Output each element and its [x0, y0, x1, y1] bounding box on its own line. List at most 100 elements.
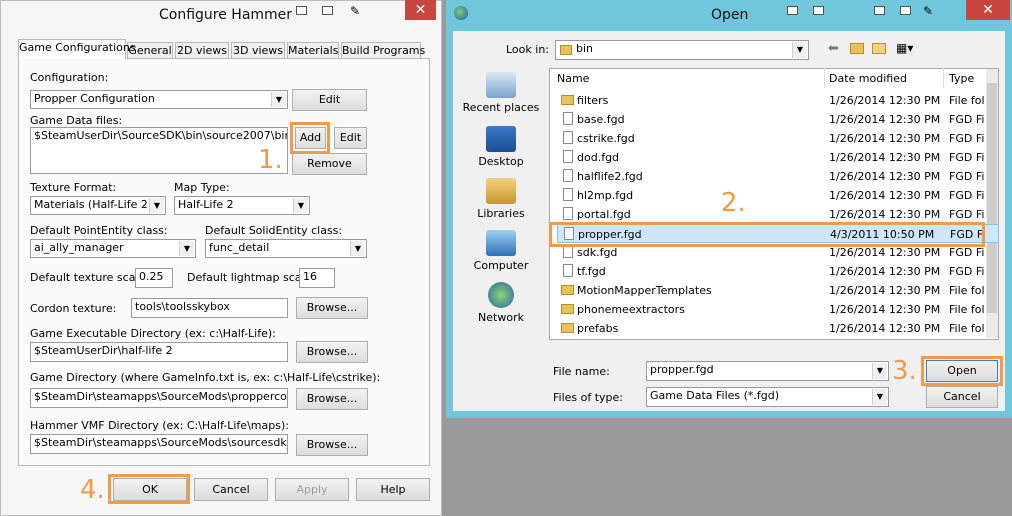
caption-icon-c	[787, 6, 798, 15]
file-row[interactable]: hl2mp.fgd 1/26/2014 12:30 PM FGD Fi	[557, 186, 999, 205]
file-name-input[interactable]: propper.fgd ▼	[646, 361, 889, 381]
file-icon	[563, 264, 573, 277]
up-folder-icon[interactable]	[850, 43, 864, 54]
place-recent[interactable]: Recent places	[460, 72, 542, 114]
file-type-cell: FGD Fi	[949, 189, 985, 202]
step-1-highlight	[290, 122, 330, 154]
help-button[interactable]: Help	[356, 478, 430, 501]
back-arrow-icon[interactable]: ⬅	[828, 41, 839, 56]
browse-game-exe-button[interactable]: Browse...	[296, 341, 368, 363]
lightmap-scale-label: Default lightmap scale:	[187, 271, 316, 284]
file-date-cell: 1/26/2014 12:30 PM	[829, 151, 941, 164]
game-data-list[interactable]: $SteamUserDir\SourceSDK\bin\source2007\b…	[30, 127, 288, 174]
tab-2d-views[interactable]: 2D views	[175, 42, 229, 59]
step-4-label: 4.	[80, 475, 105, 505]
file-row[interactable]: prefabs 1/26/2014 12:30 PM File fol	[557, 319, 999, 338]
map-type-select[interactable]: Half-Life 2 ▼	[174, 196, 310, 215]
step-4-highlight	[108, 474, 190, 504]
place-desktop[interactable]: Desktop	[460, 126, 542, 168]
browse-game-dir-button[interactable]: Browse...	[296, 388, 368, 410]
file-row[interactable]: MotionMapperTemplates 1/26/2014 12:30 PM F…	[557, 281, 999, 300]
configuration-label: Configuration:	[30, 71, 109, 84]
file-date-cell: 1/26/2014 12:30 PM	[829, 170, 941, 183]
game-data-label: Game Data files:	[30, 114, 123, 127]
remove-game-data-button[interactable]: Remove	[292, 153, 367, 175]
texture-scale-input[interactable]: 0.25	[135, 268, 173, 288]
globe-icon	[454, 6, 468, 20]
folder-icon	[561, 323, 574, 333]
file-name-cell: phonemeextractors	[577, 303, 685, 316]
chevron-down-icon: ▼	[872, 389, 887, 405]
look-in-select[interactable]: bin ▼	[555, 40, 809, 60]
chevron-down-icon: ▼	[271, 92, 286, 107]
file-row[interactable]: dod.fgd 1/26/2014 12:30 PM FGD Fi	[557, 148, 999, 167]
file-row[interactable]: phonemeextractors 1/26/2014 12:30 PM File …	[557, 300, 999, 319]
column-header-type[interactable]: Type	[949, 72, 974, 85]
texture-format-select[interactable]: Materials (Half-Life 2) ▼	[30, 196, 166, 215]
edit-configuration-button[interactable]: Edit	[292, 89, 367, 111]
file-row[interactable]: halflife2.fgd 1/26/2014 12:30 PM FGD Fi	[557, 167, 999, 186]
column-divider	[824, 68, 825, 88]
column-header-date[interactable]: Date modified	[829, 72, 907, 85]
file-name-value: propper.fgd	[650, 363, 714, 376]
tab-3d-views[interactable]: 3D views	[231, 42, 285, 59]
game-exe-label: Game Executable Directory (ex: c:\Half-L…	[30, 327, 276, 340]
solid-entity-select[interactable]: func_detail ▼	[205, 239, 367, 258]
game-exe-input[interactable]: $SteamUserDir\half-life 2	[30, 342, 288, 362]
configure-hammer-close-button[interactable]: ✕	[405, 0, 436, 20]
game-data-value: $SteamUserDir\SourceSDK\bin\source2007\b…	[34, 129, 288, 142]
open-cancel-button[interactable]: Cancel	[926, 386, 998, 408]
edit-game-data-button[interactable]: Edit	[334, 127, 367, 149]
browse-vmf-dir-button[interactable]: Browse...	[296, 434, 368, 456]
file-row[interactable]: tf.fgd 1/26/2014 12:30 PM FGD Fi	[557, 262, 999, 281]
file-date-cell: 1/26/2014 12:30 PM	[829, 132, 941, 145]
libraries-icon	[486, 178, 516, 204]
view-menu-icon[interactable]: ▦▾	[896, 41, 913, 55]
vmf-dir-label: Hammer VMF Directory (ex: C:\Half-Life\m…	[30, 419, 289, 432]
open-dialog-close-button[interactable]: ✕	[966, 0, 1010, 20]
column-header-name[interactable]: Name	[557, 72, 589, 85]
file-name-cell: sdk.fgd	[577, 246, 618, 259]
file-type-cell: FGD Fi	[949, 151, 985, 164]
place-computer-label: Computer	[473, 259, 529, 272]
file-name-cell: cstrike.fgd	[577, 132, 635, 145]
place-computer[interactable]: Computer	[460, 230, 542, 272]
file-name-cell: base.fgd	[577, 113, 625, 126]
file-row[interactable]: cstrike.fgd 1/26/2014 12:30 PM FGD Fi	[557, 129, 999, 148]
tab-materials[interactable]: Materials	[287, 42, 339, 59]
file-date-cell: 1/26/2014 12:30 PM	[829, 94, 941, 107]
game-dir-input[interactable]: $SteamDir\steamapps\SourceMods\propperco…	[30, 388, 288, 408]
configure-hammer-title: Configure Hammer	[159, 7, 293, 23]
texture-scale-label: Default texture scale:	[30, 271, 149, 284]
browse-cordon-button[interactable]: Browse...	[296, 297, 368, 319]
cancel-button[interactable]: Cancel	[194, 478, 268, 501]
new-folder-icon[interactable]	[872, 43, 886, 54]
point-entity-select[interactable]: ai_ally_manager ▼	[30, 239, 196, 258]
file-name-cell: dod.fgd	[577, 151, 620, 164]
recent-places-icon	[486, 72, 516, 98]
file-name-cell: portal.fgd	[577, 208, 631, 221]
vmf-dir-input[interactable]: $SteamDir\steamapps\SourceMods\sourcesdk…	[30, 434, 288, 454]
tab-build-programs[interactable]: Build Programs	[341, 42, 425, 59]
file-row[interactable]: base.fgd 1/26/2014 12:30 PM FGD Fi	[557, 110, 999, 129]
apply-button[interactable]: Apply	[275, 478, 349, 501]
file-type-cell: FGD Fi	[949, 265, 985, 278]
place-libraries[interactable]: Libraries	[460, 178, 542, 220]
file-type-select[interactable]: Game Data Files (*.fgd) ▼	[646, 387, 889, 407]
file-type-cell: FGD Fi	[949, 132, 985, 145]
file-row[interactable]: filters 1/26/2014 12:30 PM File fol	[557, 91, 999, 110]
point-entity-label: Default PointEntity class:	[30, 224, 168, 237]
cordon-texture-input[interactable]: tools\toolsskybox	[131, 298, 288, 318]
place-network[interactable]: Network	[460, 282, 542, 324]
tab-game-configurations[interactable]: Game Configurations	[18, 39, 136, 59]
configuration-select[interactable]: Propper Configuration ▼	[30, 90, 288, 109]
file-type-label: Files of type:	[553, 391, 624, 404]
place-network-label: Network	[478, 311, 524, 324]
look-in-value: bin	[576, 42, 594, 55]
place-libraries-label: Libraries	[477, 207, 525, 220]
lightmap-scale-input[interactable]: 16	[299, 268, 335, 288]
pin-icon: ✎	[923, 4, 934, 18]
file-date-cell: 1/26/2014 12:30 PM	[829, 265, 941, 278]
file-icon	[563, 112, 573, 125]
step-2-label: 2.	[721, 188, 746, 218]
